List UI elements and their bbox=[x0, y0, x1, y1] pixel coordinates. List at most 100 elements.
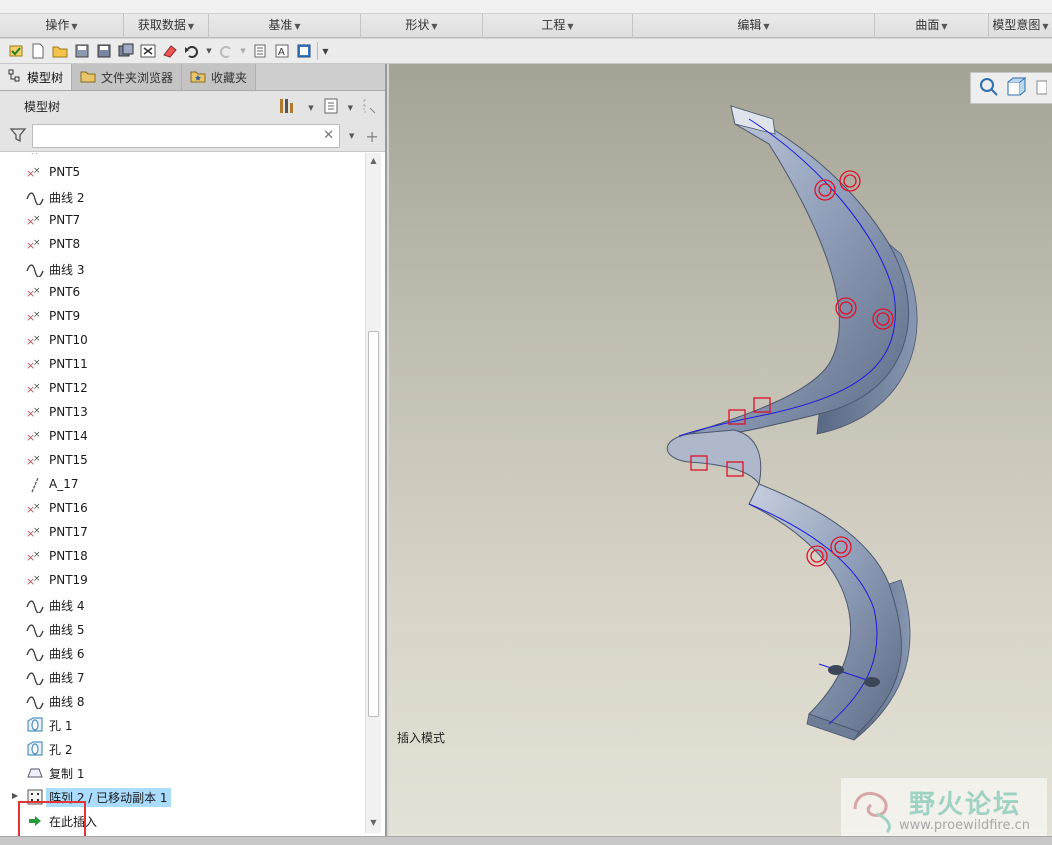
tree-item[interactable]: × × PNT18 bbox=[0, 545, 365, 569]
tree-search-field[interactable]: ✕ bbox=[32, 124, 340, 148]
chevron-down-icon: ▼ bbox=[1042, 22, 1049, 31]
tab-model-tree[interactable]: 模型树 bbox=[0, 64, 73, 90]
tree-item[interactable]: 复制 1 bbox=[0, 761, 365, 785]
tree-item[interactable]: 曲线 2 bbox=[0, 185, 365, 209]
view-cube-icon[interactable] bbox=[1006, 76, 1028, 100]
curve-icon bbox=[26, 261, 44, 277]
regenerate-icon[interactable] bbox=[7, 42, 25, 60]
redo-dropdown-icon[interactable]: ▼ bbox=[239, 42, 247, 60]
watermark-logo-icon bbox=[847, 784, 903, 837]
undo-dropdown-icon[interactable]: ▼ bbox=[205, 42, 213, 60]
graphics-viewport[interactable]: 插入模式 bbox=[389, 64, 1052, 836]
filter-icon[interactable] bbox=[9, 126, 27, 147]
annotation-icon[interactable]: A bbox=[273, 42, 291, 60]
datum-point-icon: × × bbox=[26, 525, 44, 541]
chevron-down-icon[interactable]: ▼ bbox=[308, 104, 313, 112]
view-toolbar bbox=[970, 72, 1052, 104]
show-menu-icon[interactable] bbox=[322, 97, 340, 118]
clear-icon[interactable]: ✕ bbox=[323, 128, 334, 143]
tree-settings-icon[interactable] bbox=[278, 97, 300, 118]
tab-favorites[interactable]: 收藏夹 bbox=[182, 64, 257, 90]
erase-icon[interactable] bbox=[161, 42, 179, 60]
svg-text:×: × bbox=[33, 166, 41, 176]
ribbon-group-surfaces[interactable]: 曲面 ▼ bbox=[875, 14, 989, 38]
tree-item[interactable]: 曲线 6 bbox=[0, 641, 365, 665]
tree-item[interactable]: × × PNT16 bbox=[0, 497, 365, 521]
close-window-icon[interactable] bbox=[139, 42, 157, 60]
tree-item[interactable]: × × PNT17 bbox=[0, 521, 365, 545]
ribbon-group-shapes[interactable]: 形状 ▼ bbox=[361, 14, 483, 38]
add-filter-icon[interactable]: + bbox=[365, 127, 378, 146]
chevron-down-icon: ▼ bbox=[567, 22, 574, 31]
save-all-icon[interactable] bbox=[73, 42, 91, 60]
tree-item[interactable]: × × PNT5 bbox=[0, 161, 365, 185]
model-3d-view bbox=[666, 105, 918, 741]
tree-item[interactable]: 曲线 3 bbox=[0, 257, 365, 281]
tab-folder-browser[interactable]: 文件夹浏览器 bbox=[72, 64, 183, 90]
tree-item[interactable]: × × PNT13 bbox=[0, 401, 365, 425]
save-copy-icon[interactable] bbox=[117, 42, 135, 60]
datum-point-icon: × × bbox=[26, 357, 44, 373]
datum-point-icon: × × bbox=[26, 549, 44, 565]
watermark-url: www.proewildfire.cn bbox=[899, 818, 1030, 833]
svg-text:×: × bbox=[33, 238, 41, 248]
save-icon[interactable] bbox=[95, 42, 113, 60]
ribbon-group-editing[interactable]: 编辑 ▼ bbox=[633, 14, 875, 38]
tree-item[interactable]: 曲线 4 bbox=[0, 593, 365, 617]
datum-axis-icon bbox=[26, 477, 44, 493]
tree-item[interactable]: × × PNT19 bbox=[0, 569, 365, 593]
properties-icon[interactable] bbox=[251, 42, 269, 60]
new-file-icon[interactable] bbox=[29, 42, 47, 60]
curve-icon bbox=[26, 645, 44, 661]
expand-arrow-icon[interactable]: ▶ bbox=[12, 791, 18, 800]
curve-icon bbox=[26, 693, 44, 709]
tree-item[interactable]: × × PNT10 bbox=[0, 329, 365, 353]
tree-filter-row: ✕ ▼ + bbox=[0, 121, 385, 152]
hole-icon bbox=[26, 741, 44, 757]
svg-text:×: × bbox=[33, 358, 41, 368]
zoom-icon[interactable] bbox=[979, 77, 999, 100]
svg-text:×: × bbox=[33, 574, 41, 584]
pin-icon[interactable] bbox=[361, 97, 377, 118]
ribbon-group-model-intent[interactable]: 模型意图 ▼ bbox=[989, 14, 1052, 38]
ribbon-group-datum[interactable]: 基准 ▼ bbox=[209, 14, 361, 38]
tree-scrollbar[interactable]: ▲ ▼ bbox=[365, 153, 381, 833]
ribbon-group-engineering[interactable]: 工程 ▼ bbox=[483, 14, 633, 38]
forum-watermark: 野火论坛 www.proewildfire.cn bbox=[841, 778, 1047, 838]
view-partial-icon[interactable] bbox=[1035, 77, 1048, 100]
tree-item[interactable]: 曲线 5 bbox=[0, 617, 365, 641]
curve-icon bbox=[26, 669, 44, 685]
tree-item[interactable]: A_17 bbox=[0, 473, 365, 497]
svg-text:×: × bbox=[33, 406, 41, 416]
tree-item[interactable]: × × PNT6 bbox=[0, 281, 365, 305]
redo-icon[interactable] bbox=[217, 42, 235, 60]
tree-item[interactable]: × × PNT8 bbox=[0, 233, 365, 257]
curve-icon bbox=[26, 189, 44, 205]
ribbon-group-get-data[interactable]: 获取数据 ▼ bbox=[124, 14, 209, 38]
tree-item[interactable]: 曲线 7 bbox=[0, 665, 365, 689]
tree-item[interactable]: 曲线 8 bbox=[0, 689, 365, 713]
tree-item[interactable]: 孔 2 bbox=[0, 737, 365, 761]
customize-toolbar-icon[interactable]: ▼ bbox=[317, 42, 333, 60]
tree-item[interactable]: × × PNT7 bbox=[0, 209, 365, 233]
window-icon[interactable] bbox=[295, 42, 313, 60]
svg-text:×: × bbox=[33, 550, 41, 560]
model-tree-panel: 模型树 文件夹浏览器 收藏夹 模型树 ▼ ▼ ✕ ▼ + ˙˙ × × PNT5… bbox=[0, 64, 387, 845]
tree-item[interactable]: × × PNT12 bbox=[0, 377, 365, 401]
scroll-down-icon[interactable]: ▼ bbox=[366, 815, 381, 830]
tree-item[interactable]: × × PNT15 bbox=[0, 449, 365, 473]
chevron-down-icon[interactable]: ▼ bbox=[349, 132, 354, 140]
undo-icon[interactable] bbox=[183, 42, 201, 60]
tree-search-input[interactable] bbox=[33, 125, 313, 147]
ribbon-group-operations[interactable]: 操作 ▼ bbox=[0, 14, 124, 38]
scrollbar-thumb[interactable] bbox=[368, 331, 379, 717]
chevron-down-icon[interactable]: ▼ bbox=[348, 104, 353, 112]
open-folder-icon[interactable] bbox=[51, 42, 69, 60]
tree-item[interactable]: × × PNT14 bbox=[0, 425, 365, 449]
datum-point-icon: × × bbox=[26, 381, 44, 397]
tree-item[interactable]: 孔 1 bbox=[0, 713, 365, 737]
tree-item[interactable]: × × PNT9 bbox=[0, 305, 365, 329]
tree-item[interactable]: × × PNT11 bbox=[0, 353, 365, 377]
scroll-up-icon[interactable]: ▲ bbox=[366, 153, 381, 168]
favorites-icon bbox=[190, 69, 206, 86]
